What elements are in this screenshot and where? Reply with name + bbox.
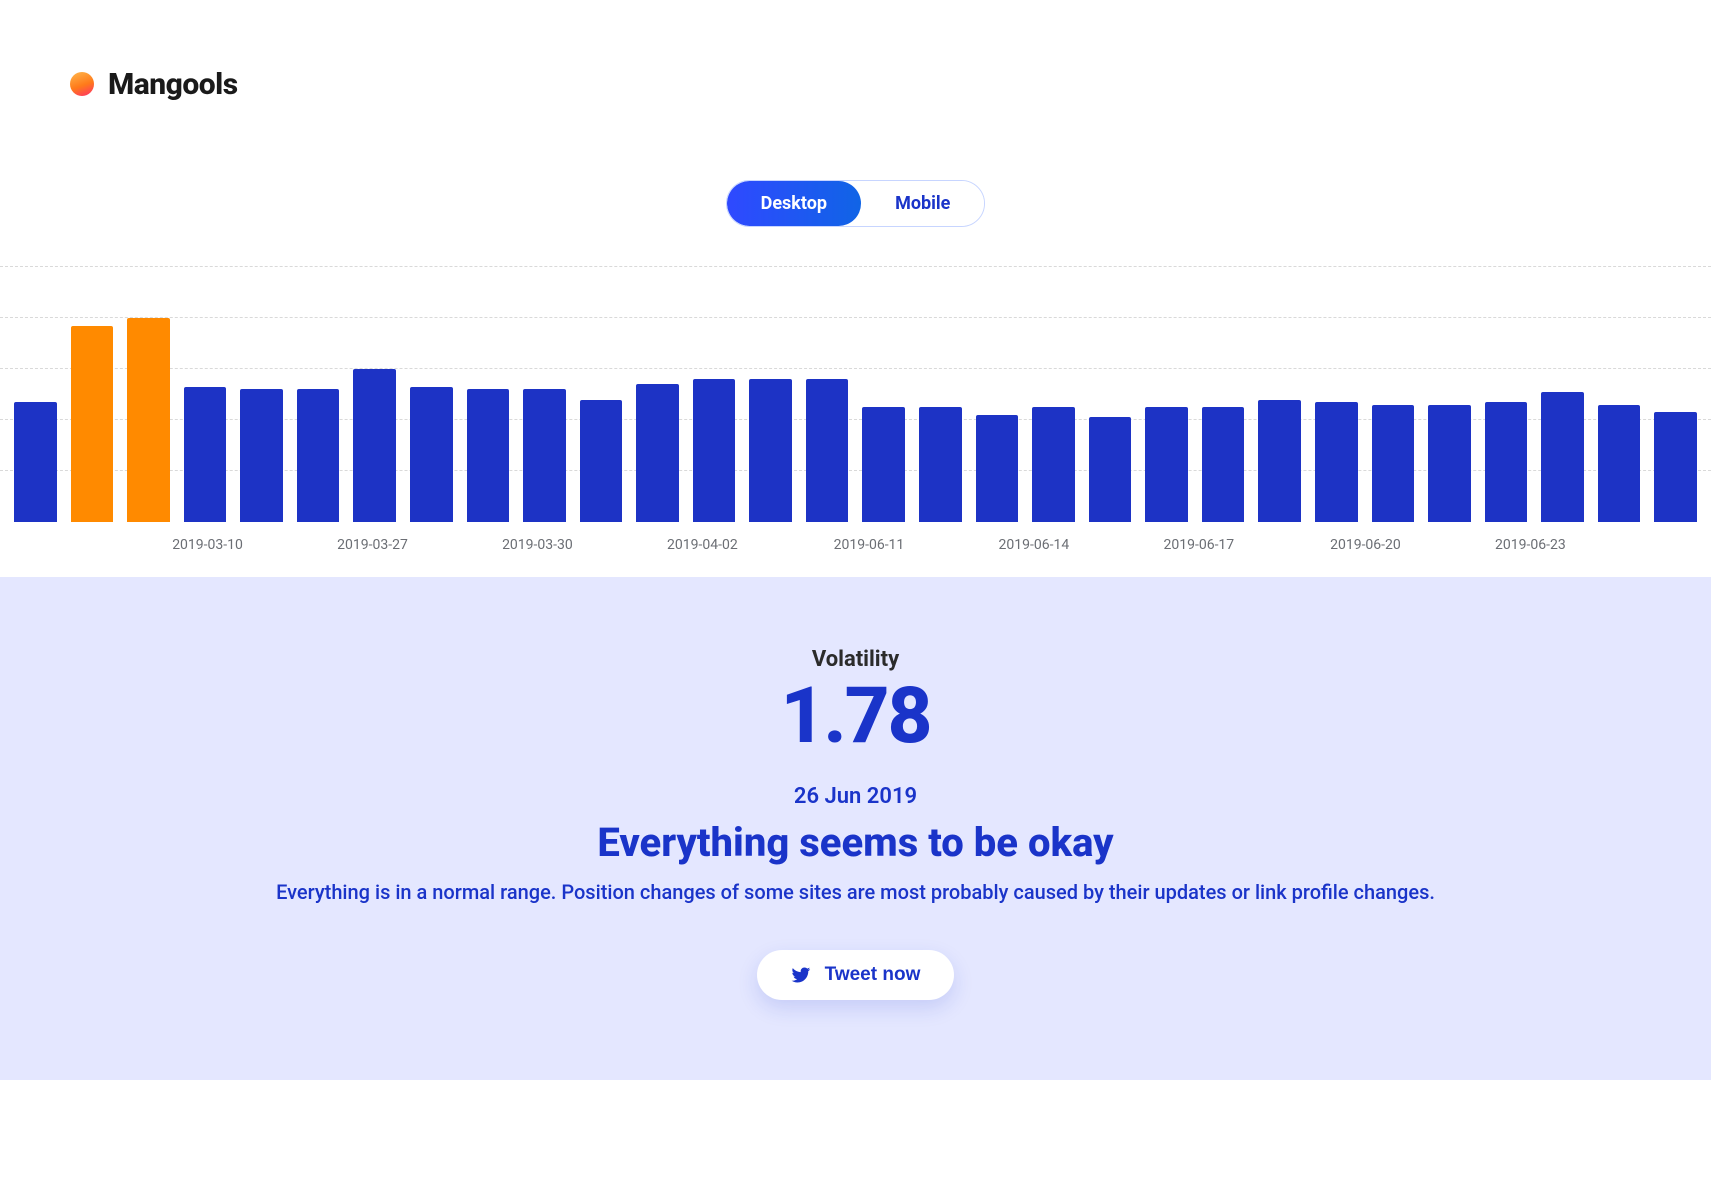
chart-bar[interactable]: [693, 379, 736, 522]
tweet-now-button[interactable]: Tweet now: [757, 950, 955, 1000]
chart-bar[interactable]: [14, 402, 57, 522]
device-toggle-wrap: Desktop Mobile: [0, 120, 1711, 267]
toggle-desktop[interactable]: Desktop: [727, 181, 861, 226]
volatility-chart: 2019-03-10 2019-03-27 2019-03-30 2019-04-02…: [0, 267, 1711, 577]
device-toggle: Desktop Mobile: [726, 180, 986, 227]
toggle-desktop-label: Desktop: [761, 193, 827, 214]
toggle-mobile-label: Mobile: [895, 193, 950, 214]
chart-bar[interactable]: [127, 318, 170, 522]
chart-x-tick: 2019-03-10: [172, 537, 243, 553]
volatility-headline: Everything seems to be okay: [40, 819, 1671, 866]
chart-bar[interactable]: [919, 407, 962, 522]
chart-bar[interactable]: [353, 369, 396, 522]
volatility-label: Volatility: [40, 647, 1671, 672]
chart-x-tick: 2019-06-17: [1163, 537, 1234, 553]
chart-bar[interactable]: [1372, 405, 1415, 522]
chart-bars: [14, 267, 1697, 522]
chart-x-tick: 2019-06-14: [999, 537, 1070, 553]
chart-bar[interactable]: [1145, 407, 1188, 522]
twitter-icon: [791, 965, 811, 985]
chart-bar[interactable]: [1315, 402, 1358, 522]
chart-bar[interactable]: [749, 379, 792, 522]
chart-bar[interactable]: [1089, 417, 1132, 522]
brand-name: Mangools: [108, 67, 238, 102]
volatility-value: 1.78: [40, 678, 1671, 756]
chart-bar[interactable]: [1428, 405, 1471, 522]
chart-x-tick: 2019-03-27: [337, 537, 408, 553]
mangools-logo-icon: [70, 72, 94, 96]
chart-bar[interactable]: [297, 389, 340, 522]
topbar: Mangools: [0, 0, 1711, 120]
chart-x-tick: 2019-06-20: [1330, 537, 1401, 553]
chart-bar[interactable]: [1258, 400, 1301, 522]
chart-bar[interactable]: [1485, 402, 1528, 522]
chart-bar[interactable]: [523, 389, 566, 522]
chart-bar[interactable]: [862, 407, 905, 522]
chart-bar[interactable]: [1032, 407, 1075, 522]
summary-panel: Volatility 1.78 26 Jun 2019 Everything s…: [0, 577, 1711, 1080]
chart-x-tick: 2019-06-11: [834, 537, 905, 553]
chart-bar[interactable]: [636, 384, 679, 522]
chart-bar[interactable]: [976, 415, 1019, 522]
chart-x-tick: 2019-06-23: [1495, 537, 1566, 553]
tweet-now-label: Tweet now: [825, 964, 921, 986]
volatility-description: Everything is in a normal range. Positio…: [40, 880, 1671, 904]
volatility-date: 26 Jun 2019: [40, 784, 1671, 809]
chart-bar[interactable]: [806, 379, 849, 522]
toggle-mobile[interactable]: Mobile: [861, 181, 984, 226]
chart-bar[interactable]: [1654, 412, 1697, 522]
chart-bar[interactable]: [410, 387, 453, 522]
chart-bar[interactable]: [1202, 407, 1245, 522]
chart-x-tick: 2019-03-30: [502, 537, 573, 553]
chart-bar[interactable]: [1598, 405, 1641, 522]
chart-bar[interactable]: [1541, 392, 1584, 522]
chart-x-axis: 2019-03-10 2019-03-27 2019-03-30 2019-04-02…: [14, 537, 1697, 557]
chart-x-tick: 2019-04-02: [667, 537, 738, 553]
chart-bar[interactable]: [467, 389, 510, 522]
chart-bar[interactable]: [71, 326, 114, 522]
chart-bar[interactable]: [240, 389, 283, 522]
chart-bar[interactable]: [580, 400, 623, 522]
chart-bar[interactable]: [184, 387, 227, 522]
